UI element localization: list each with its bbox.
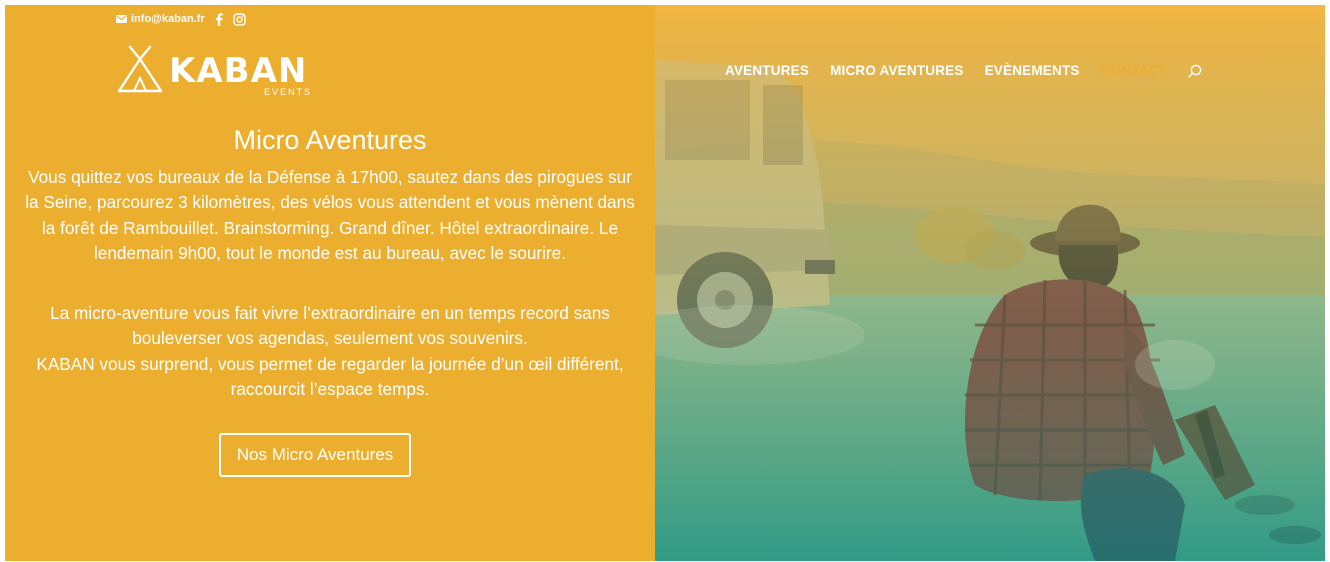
- secondary-paragraph-line: La micro-aventure vous fait vivre l’extr…: [50, 303, 610, 349]
- email-text: info@kaban.fr: [131, 13, 205, 25]
- facebook-icon[interactable]: [215, 12, 223, 26]
- logo-subtitle: EVENTS: [264, 87, 313, 97]
- top-bar: info@kaban.fr: [116, 11, 246, 27]
- search-icon[interactable]: [1188, 64, 1202, 78]
- nav-item-micro-aventures[interactable]: MICRO AVENTURES: [830, 63, 964, 78]
- logo-wordmark: KABAN: [169, 51, 308, 91]
- secondary-paragraph-line: KABAN vous surprend, vous permet de rega…: [36, 353, 624, 400]
- kaban-logo[interactable]: KABAN EVENTS: [116, 45, 310, 103]
- intro-paragraph: Vous quittez vos bureaux de la Défense à…: [25, 167, 635, 264]
- hero-photo: AVENTURES MICRO AVENTURES EVÈNEMENTS CON…: [655, 5, 1325, 561]
- hero-section: info@kaban.fr KABAN EVENTS Micro Aventur…: [5, 5, 1325, 561]
- teepee-icon: [116, 45, 164, 100]
- nav-item-evenements[interactable]: EVÈNEMENTS: [985, 63, 1080, 78]
- hero-photo-illustration: [655, 5, 1325, 561]
- page-title: Micro Aventures: [233, 125, 427, 155]
- micro-aventures-button[interactable]: Nos Micro Aventures: [219, 433, 411, 477]
- nav-item-contact[interactable]: CONTACT: [1101, 63, 1167, 78]
- email-link[interactable]: info@kaban.fr: [116, 13, 205, 25]
- nav-item-aventures[interactable]: AVENTURES: [725, 63, 809, 78]
- hero-text-panel: info@kaban.fr KABAN EVENTS Micro Aventur…: [5, 5, 655, 561]
- main-nav: AVENTURES MICRO AVENTURES EVÈNEMENTS CON…: [725, 63, 1202, 78]
- mail-icon: [116, 15, 127, 23]
- instagram-icon[interactable]: [232, 12, 246, 26]
- secondary-paragraph: La micro-aventure vous fait vivre l’extr…: [25, 301, 635, 403]
